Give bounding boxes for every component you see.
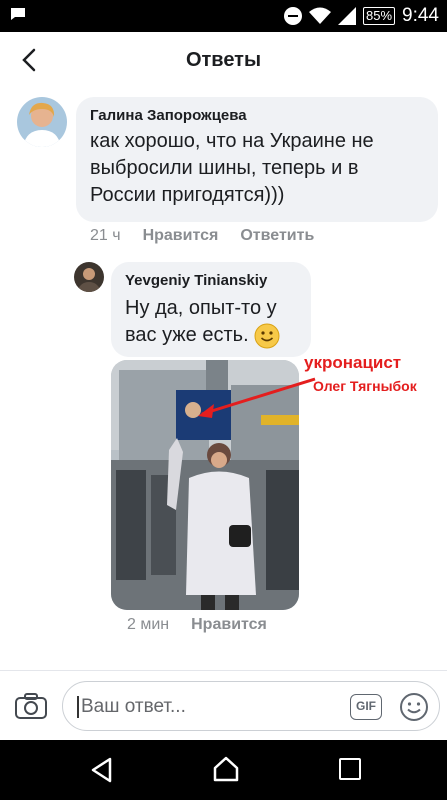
avatar[interactable] xyxy=(17,97,67,147)
home-icon[interactable] xyxy=(211,754,241,784)
page-title: Ответы xyxy=(185,49,262,71)
back-triangle-icon[interactable] xyxy=(88,756,116,784)
like-button[interactable]: Нравится xyxy=(143,227,219,245)
wifi-icon xyxy=(308,7,331,24)
camera-icon[interactable] xyxy=(14,691,48,721)
comment-bubble: Yevgeniy Tinianskiy Ну да, опыт-то у вас… xyxy=(111,262,311,357)
clock: 9:44 xyxy=(402,5,439,26)
comment-bubble: Галина Запорожцева как хорошо, что на Ук… xyxy=(76,97,438,222)
photo-annotation-title: укронацист xyxy=(304,353,402,372)
header: Ответы xyxy=(0,32,447,88)
gif-icon[interactable]: GIF xyxy=(350,694,382,720)
comment-time: 21 ч xyxy=(90,227,121,244)
reply-input[interactable]: Ваш ответ... GIF xyxy=(62,681,440,731)
do-not-disturb-icon xyxy=(283,7,302,25)
comment-text: Ну да, опыт-то у вас уже есть. xyxy=(125,295,297,349)
comment-time: 2 мин xyxy=(127,616,170,633)
reply-composer: Ваш ответ... GIF xyxy=(0,670,447,740)
comment-meta: 21 ч Нравится Ответить xyxy=(90,227,314,245)
smile-emoji-icon xyxy=(254,323,280,349)
emoji-icon[interactable] xyxy=(399,692,429,722)
comment-text: как хорошо, что на Украине не выбросили … xyxy=(90,130,374,206)
signal-icon xyxy=(337,7,356,25)
photo-annotation-name: Олег Тягныбок xyxy=(313,378,417,394)
comment-author[interactable]: Галина Запорожцева xyxy=(90,107,424,124)
like-button[interactable]: Нравится xyxy=(191,616,267,634)
message-icon xyxy=(11,8,25,20)
comment-meta: 2 мин Нравится xyxy=(127,616,267,634)
status-bar: 85% 9:44 xyxy=(0,0,447,32)
reply-button[interactable]: Ответить xyxy=(240,227,314,245)
system-nav-bar xyxy=(0,740,447,800)
reply-input-placeholder[interactable]: Ваш ответ... xyxy=(77,696,186,718)
battery-indicator: 85% xyxy=(362,7,396,25)
avatar[interactable] xyxy=(74,262,104,292)
red-arrow-icon xyxy=(198,377,316,418)
comment-author[interactable]: Yevgeniy Tinianskiy xyxy=(125,272,297,289)
recent-apps-icon[interactable] xyxy=(339,758,361,780)
